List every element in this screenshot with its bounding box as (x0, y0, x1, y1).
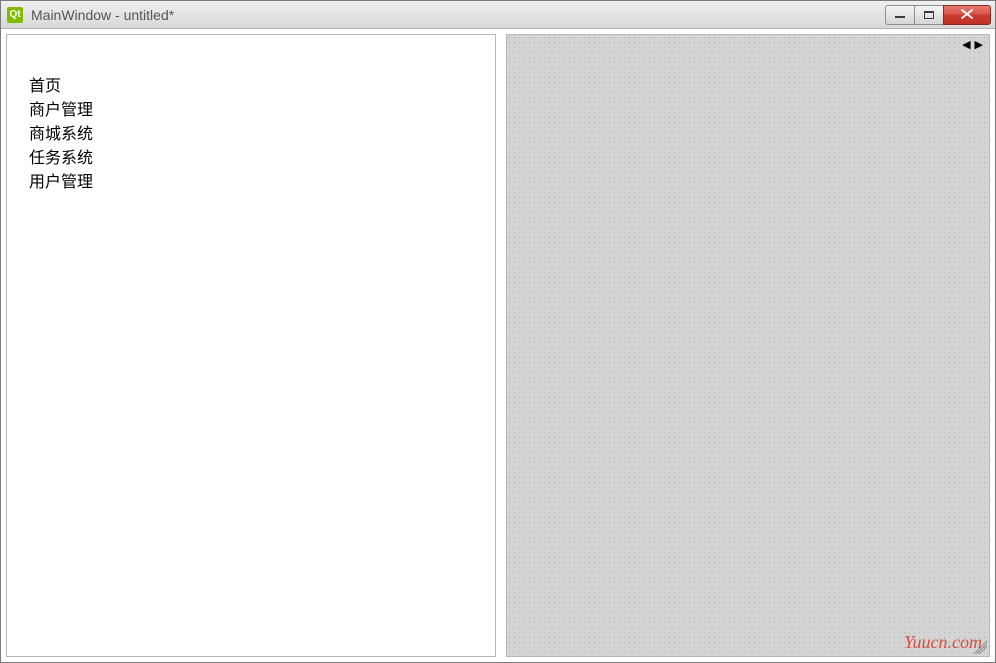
tree-widget[interactable]: 首页 商户管理 商城系统 任务系统 用户管理 (7, 35, 495, 656)
window-controls (886, 5, 991, 25)
tree-item-home[interactable]: 首页 (27, 75, 475, 99)
tab-nav-arrows: ◀ ▶ (962, 38, 983, 51)
resize-grip-icon[interactable] (973, 640, 987, 654)
content-area: 首页 商户管理 商城系统 任务系统 用户管理 ◀ ▶ (1, 29, 995, 662)
tree-item-merchant[interactable]: 商户管理 (27, 99, 475, 123)
minimize-icon (895, 15, 905, 18)
tree-item-user[interactable]: 用户管理 (27, 171, 475, 195)
left-panel: 首页 商户管理 商城系统 任务系统 用户管理 (6, 34, 496, 657)
form-designer-canvas[interactable]: ◀ ▶ (506, 34, 990, 657)
title-bar[interactable]: Qt MainWindow - untitled* (1, 1, 995, 29)
tree-item-mall[interactable]: 商城系统 (27, 123, 475, 147)
tree-item-task[interactable]: 任务系统 (27, 147, 475, 171)
main-window: Qt MainWindow - untitled* 首页 商户 (0, 0, 996, 663)
close-button[interactable] (943, 5, 991, 25)
close-icon (961, 8, 973, 22)
minimize-button[interactable] (885, 5, 915, 25)
maximize-icon (924, 11, 934, 19)
nav-left-icon[interactable]: ◀ (962, 38, 970, 51)
window-title: MainWindow - untitled* (31, 7, 886, 23)
nav-right-icon[interactable]: ▶ (975, 38, 983, 51)
maximize-button[interactable] (914, 5, 944, 25)
qt-app-icon: Qt (7, 7, 23, 23)
